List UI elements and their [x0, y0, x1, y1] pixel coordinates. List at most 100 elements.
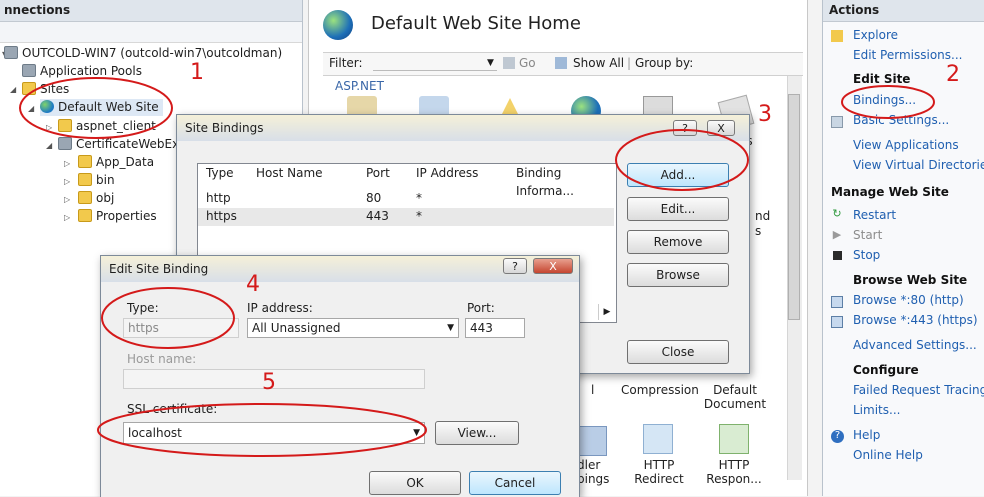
- help-button[interactable]: ?: [673, 120, 697, 136]
- dropdown-arrow-icon[interactable]: ▼: [413, 423, 420, 443]
- tree-node-aspnet-client[interactable]: aspnet_client: [58, 118, 156, 135]
- response-headers-icon[interactable]: [719, 424, 749, 454]
- filter-bar: Filter: ▼ Go Show All | Group by:: [323, 52, 803, 76]
- view-certificate-button[interactable]: View...: [435, 421, 519, 445]
- folder-icon: [58, 119, 72, 132]
- tree-obj-label: obj: [96, 191, 115, 205]
- action-explore[interactable]: Explore: [853, 28, 898, 42]
- scrollbar-thumb[interactable]: [788, 94, 800, 320]
- action-browse-443[interactable]: Browse *:443 (https): [853, 313, 978, 327]
- tree-node-obj[interactable]: obj: [78, 190, 114, 207]
- connections-header: nnections: [0, 0, 302, 22]
- ip-address-select[interactable]: All Unassigned ▼: [247, 318, 459, 338]
- add-button[interactable]: Add...: [627, 163, 729, 187]
- collapse-arrow-icon[interactable]: ◢: [28, 104, 34, 113]
- scroll-right-icon[interactable]: ▶: [598, 304, 615, 320]
- column-header-ip-address[interactable]: IP Address: [416, 164, 478, 182]
- section-manage-web-site: Manage Web Site: [831, 185, 949, 199]
- redirect-icon[interactable]: [643, 424, 673, 454]
- tree-node-sites[interactable]: Sites: [22, 81, 69, 98]
- tree-node-app-data[interactable]: App_Data: [78, 154, 154, 171]
- annotation-number-1: 1: [190, 60, 204, 85]
- tree-node-app-pools[interactable]: Application Pools: [22, 63, 142, 80]
- handler-mappings-icon[interactable]: [577, 426, 607, 456]
- section-edit-site: Edit Site: [853, 72, 911, 86]
- tree-node-server[interactable]: OUTCOLD-WIN7 (outcold-win7\outcoldman): [4, 45, 282, 62]
- cancel-button[interactable]: Cancel: [469, 471, 561, 495]
- go-icon: [503, 57, 515, 69]
- ssl-certificate-select[interactable]: localhost ▼: [123, 422, 425, 444]
- column-header-binding-info[interactable]: Binding Informa...: [516, 164, 616, 198]
- globe-icon: [323, 10, 353, 40]
- site-bindings-title: Site Bindings: [185, 121, 264, 135]
- expand-arrow-icon[interactable]: ▷: [46, 123, 52, 132]
- feature-default-document[interactable]: Default Document: [701, 383, 769, 411]
- start-icon: ▶: [832, 228, 842, 241]
- site-bindings-titlebar: Site Bindings: [177, 115, 749, 141]
- show-all-button[interactable]: Show All: [573, 56, 624, 70]
- annotation-number-2: 2: [946, 62, 960, 87]
- action-view-virtual-directories[interactable]: View Virtual Directories: [853, 158, 984, 172]
- table-row[interactable]: http 80 *: [198, 190, 614, 208]
- tree-node-properties[interactable]: Properties: [78, 208, 157, 225]
- type-select[interactable]: https: [123, 318, 239, 338]
- filter-input[interactable]: [373, 55, 497, 71]
- folder-icon: [831, 30, 843, 42]
- group-by-label[interactable]: Group by:: [635, 56, 693, 70]
- browse-button[interactable]: Browse: [627, 263, 729, 287]
- show-all-icon: [555, 57, 567, 69]
- remove-button[interactable]: Remove: [627, 230, 729, 254]
- close-button[interactable]: Close: [627, 340, 729, 364]
- table-row[interactable]: https 443 *: [198, 208, 614, 226]
- action-help[interactable]: Help: [853, 428, 880, 442]
- close-icon[interactable]: X: [533, 258, 573, 274]
- stop-icon: [833, 251, 842, 260]
- action-view-applications[interactable]: View Applications: [853, 138, 959, 152]
- column-header-host-name[interactable]: Host Name: [256, 164, 323, 182]
- action-limits[interactable]: Limits...: [853, 403, 900, 417]
- action-restart[interactable]: Restart: [853, 208, 896, 222]
- feature-http-response[interactable]: HTTP Respon...: [701, 458, 767, 486]
- row-type: http: [206, 191, 231, 205]
- expand-arrow-icon[interactable]: ▷: [64, 213, 70, 222]
- expand-arrow-icon[interactable]: ▷: [64, 159, 70, 168]
- edit-button[interactable]: Edit...: [627, 197, 729, 221]
- action-browse-80[interactable]: Browse *:80 (http): [853, 293, 964, 307]
- help-icon: ?: [831, 430, 844, 443]
- action-start[interactable]: Start: [853, 228, 882, 242]
- tree-node-bin[interactable]: bin: [78, 172, 115, 189]
- tree-default-site-label: Default Web Site: [58, 100, 159, 114]
- tree-node-default-site[interactable]: Default Web Site: [40, 99, 163, 116]
- action-stop[interactable]: Stop: [853, 248, 880, 262]
- ok-button[interactable]: OK: [369, 471, 461, 495]
- action-online-help[interactable]: Online Help: [853, 448, 923, 462]
- server-icon: [4, 46, 18, 59]
- help-button[interactable]: ?: [503, 258, 527, 274]
- separator: |: [627, 56, 632, 70]
- feature-partial-label: s: [755, 224, 762, 238]
- edit-site-binding-dialog: Edit Site Binding ? X Type: https IP add…: [100, 255, 580, 497]
- feature-http-redirect[interactable]: HTTP Redirect: [629, 458, 689, 486]
- feature-handler-mappings[interactable]: dler pings: [577, 458, 613, 486]
- action-basic-settings[interactable]: Basic Settings...: [853, 113, 949, 127]
- action-failed-request-tracing[interactable]: Failed Request Tracing...: [853, 383, 984, 397]
- action-edit-permissions[interactable]: Edit Permissions...: [853, 48, 962, 62]
- app-pools-icon: [22, 64, 36, 77]
- row-ip: *: [416, 191, 422, 205]
- annotation-number-4: 4: [246, 272, 260, 297]
- expand-arrow-icon[interactable]: ▷: [64, 195, 70, 204]
- go-button[interactable]: Go: [519, 56, 536, 70]
- column-header-port[interactable]: Port: [366, 164, 390, 182]
- dropdown-arrow-icon[interactable]: ▼: [487, 58, 494, 68]
- close-icon[interactable]: X: [707, 120, 735, 136]
- column-header-type[interactable]: Type: [206, 164, 234, 182]
- tree-sites-label: Sites: [40, 82, 70, 96]
- port-input[interactable]: 443: [465, 318, 525, 338]
- collapse-arrow-icon[interactable]: ◢: [46, 141, 52, 150]
- dropdown-arrow-icon[interactable]: ▼: [447, 319, 454, 337]
- expand-arrow-icon[interactable]: ▷: [64, 177, 70, 186]
- action-bindings[interactable]: Bindings...: [853, 93, 916, 107]
- feature-compression[interactable]: Compression: [621, 383, 699, 397]
- collapse-arrow-icon[interactable]: ◢: [10, 85, 16, 94]
- action-advanced-settings[interactable]: Advanced Settings...: [853, 338, 977, 352]
